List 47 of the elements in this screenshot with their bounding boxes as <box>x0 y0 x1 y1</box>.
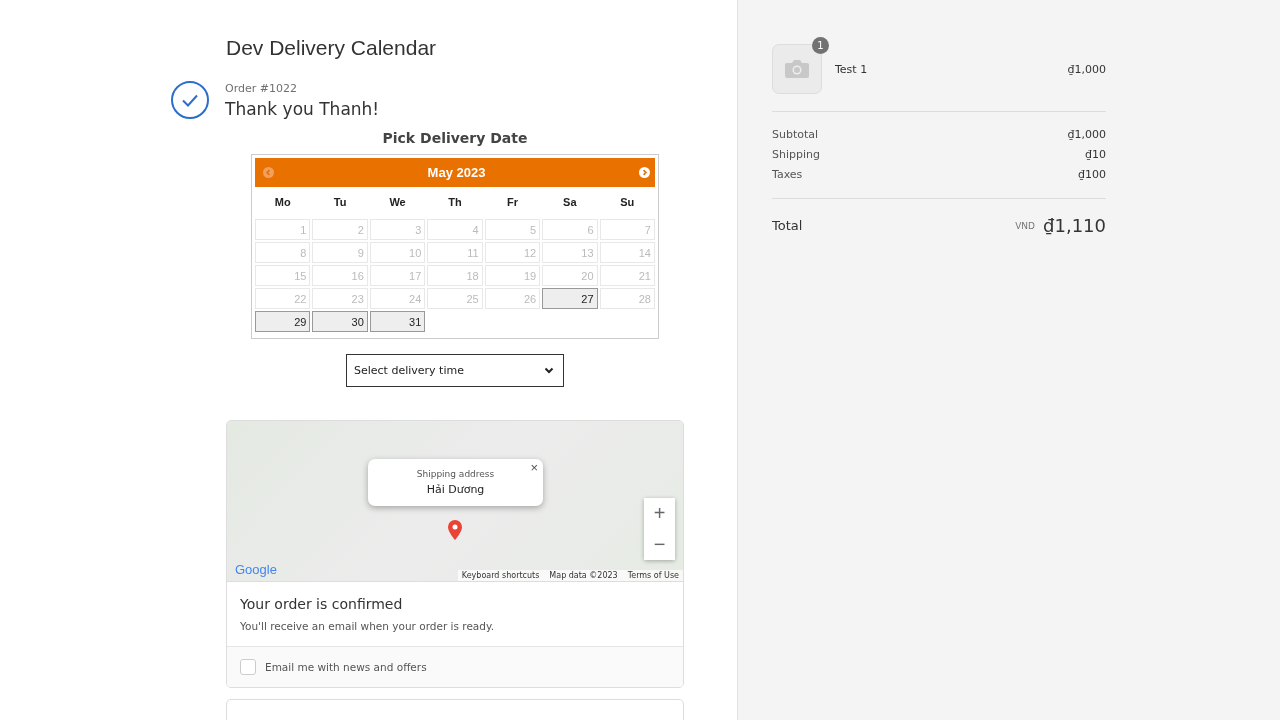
map-attribution-link[interactable]: Terms of Use <box>627 571 679 580</box>
weekday-label: Th <box>447 195 463 210</box>
zoom-in-button[interactable]: + <box>644 498 675 529</box>
confirmation-message: You'll receive an email when your order is ready. <box>240 620 495 632</box>
map-attribution-link[interactable]: Map data ©2023 <box>549 571 618 580</box>
calendar-day[interactable]: 29 <box>255 311 311 332</box>
summary-value: ₫1,000 <box>1067 128 1106 141</box>
weekday-label: Fr <box>505 195 519 210</box>
close-button[interactable]: × <box>528 460 540 475</box>
map-attribution-link[interactable]: Keyboard shortcuts <box>461 571 540 580</box>
weekday-label: Sa <box>562 195 578 210</box>
summary-label: Shipping <box>772 148 820 161</box>
camera-icon <box>784 59 810 79</box>
currency-code: VND <box>1015 220 1035 231</box>
chevron-down-icon <box>544 367 554 374</box>
confirmation-title: Your order is confirmed <box>240 596 404 612</box>
quantity-badge: 1 <box>812 37 829 54</box>
greeting: Thank you Thanh! <box>225 98 380 119</box>
month-title: May 2023 <box>427 165 486 180</box>
map-logo: Google <box>235 562 277 577</box>
calendar-day[interactable]: 30 <box>312 311 368 332</box>
zoom-out-button[interactable]: − <box>644 529 675 560</box>
summary-value: ₫100 <box>1078 168 1106 181</box>
order-number: Order #1022 <box>225 81 298 95</box>
weekday-label: Tu <box>332 195 348 210</box>
newsletter-checkbox[interactable] <box>240 659 256 675</box>
total-value: ₫1,110 <box>1043 215 1106 236</box>
weekday-label: Mo <box>273 195 292 210</box>
weekday-label: Su <box>619 195 636 210</box>
summary-value: ₫10 <box>1085 148 1106 161</box>
weekday-label: We <box>388 195 407 210</box>
next-month-icon[interactable] <box>639 167 650 178</box>
popup-title: Shipping address <box>416 469 495 479</box>
shop-title: Dev Delivery Calendar <box>226 36 438 60</box>
calendar-day[interactable]: 31 <box>369 311 426 332</box>
product-name: Test 1 <box>835 62 869 76</box>
summary-label: Subtotal <box>772 128 819 141</box>
newsletter-label: Email me with news and offers <box>265 661 427 673</box>
popup-address: Hải Dương <box>426 483 485 496</box>
summary-label: Taxes <box>772 168 803 181</box>
total-label: Total <box>772 218 803 233</box>
delivery-time-dropdown[interactable]: Select delivery time <box>346 354 564 387</box>
checkmark-circle-icon <box>170 80 210 120</box>
map-pin-icon <box>447 520 463 540</box>
calendar-day[interactable]: 27 <box>542 288 598 309</box>
product-price: ₫1,000 <box>1067 62 1106 76</box>
delivery-heading: Pick Delivery Date <box>381 130 529 146</box>
